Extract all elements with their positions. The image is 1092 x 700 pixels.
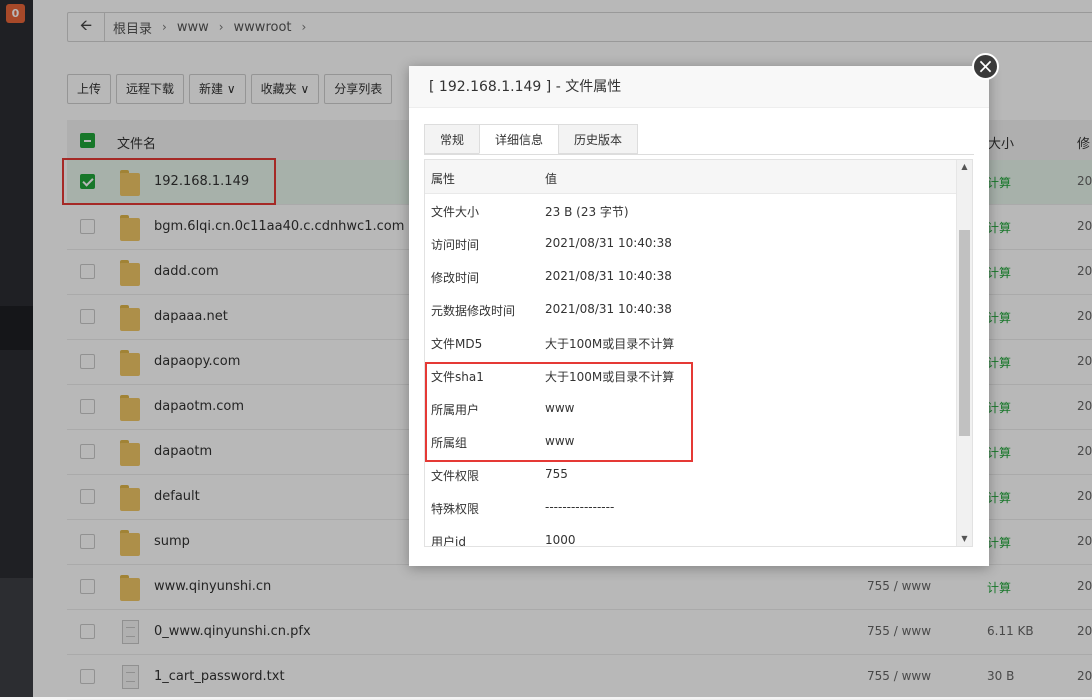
property-key: 元数据修改时间 xyxy=(431,304,516,318)
properties-header: 属性 值 xyxy=(425,160,959,194)
property-value: ---------------- xyxy=(545,500,615,514)
scroll-down-icon[interactable]: ▼ xyxy=(957,532,972,546)
property-key: 文件MD5 xyxy=(431,337,483,351)
property-row: 访问时间 2021/08/31 10:40:38 xyxy=(425,226,959,259)
tab-general[interactable]: 常规 xyxy=(424,124,480,154)
dialog-tabs: 常规 详细信息 历史版本 xyxy=(424,124,974,155)
property-value: 1000 xyxy=(545,533,576,547)
property-column-header: 属性 xyxy=(431,172,456,186)
property-row: 修改时间 2021/08/31 10:40:38 xyxy=(425,259,959,292)
property-value: 2021/08/31 10:40:38 xyxy=(545,269,672,283)
property-value: 23 B (23 字节) xyxy=(545,205,629,219)
property-value: 2021/08/31 10:40:38 xyxy=(545,236,672,250)
scroll-up-icon[interactable]: ▲ xyxy=(957,160,972,174)
highlight-owner-box xyxy=(425,362,693,462)
close-icon[interactable]: × xyxy=(972,53,999,80)
property-key: 访问时间 xyxy=(431,238,480,252)
tab-details[interactable]: 详细信息 xyxy=(479,124,559,154)
value-column-header: 值 xyxy=(545,172,558,186)
property-key: 用户id xyxy=(431,535,466,547)
scrollbar-thumb[interactable] xyxy=(959,230,970,436)
property-key: 文件权限 xyxy=(431,469,480,483)
property-row: 元数据修改时间 2021/08/31 10:40:38 xyxy=(425,292,959,325)
properties-pane: 属性 值 文件大小 23 B (23 字节) 访问时间 2021/08/31 10:4… xyxy=(424,159,973,547)
property-key: 特殊权限 xyxy=(431,502,480,516)
property-value: 755 xyxy=(545,467,568,481)
property-row: 文件MD5 大于100M或目录不计算 xyxy=(425,325,959,358)
property-key: 文件大小 xyxy=(431,205,480,219)
tab-history[interactable]: 历史版本 xyxy=(558,124,638,154)
properties-scrollbar[interactable]: ▲ ▼ xyxy=(956,160,972,546)
property-row: 文件大小 23 B (23 字节) xyxy=(425,193,959,226)
property-row: 用户id 1000 xyxy=(425,523,959,547)
property-value: 2021/08/31 10:40:38 xyxy=(545,302,672,316)
property-key: 修改时间 xyxy=(431,271,480,285)
property-value: 大于100M或目录不计算 xyxy=(545,337,675,351)
dialog-title: [ 192.168.1.149 ] - 文件属性 xyxy=(409,66,989,108)
file-properties-dialog: [ 192.168.1.149 ] - 文件属性 × 常规 详细信息 历史版本 … xyxy=(409,53,999,566)
property-row: 特殊权限 ---------------- xyxy=(425,490,959,523)
